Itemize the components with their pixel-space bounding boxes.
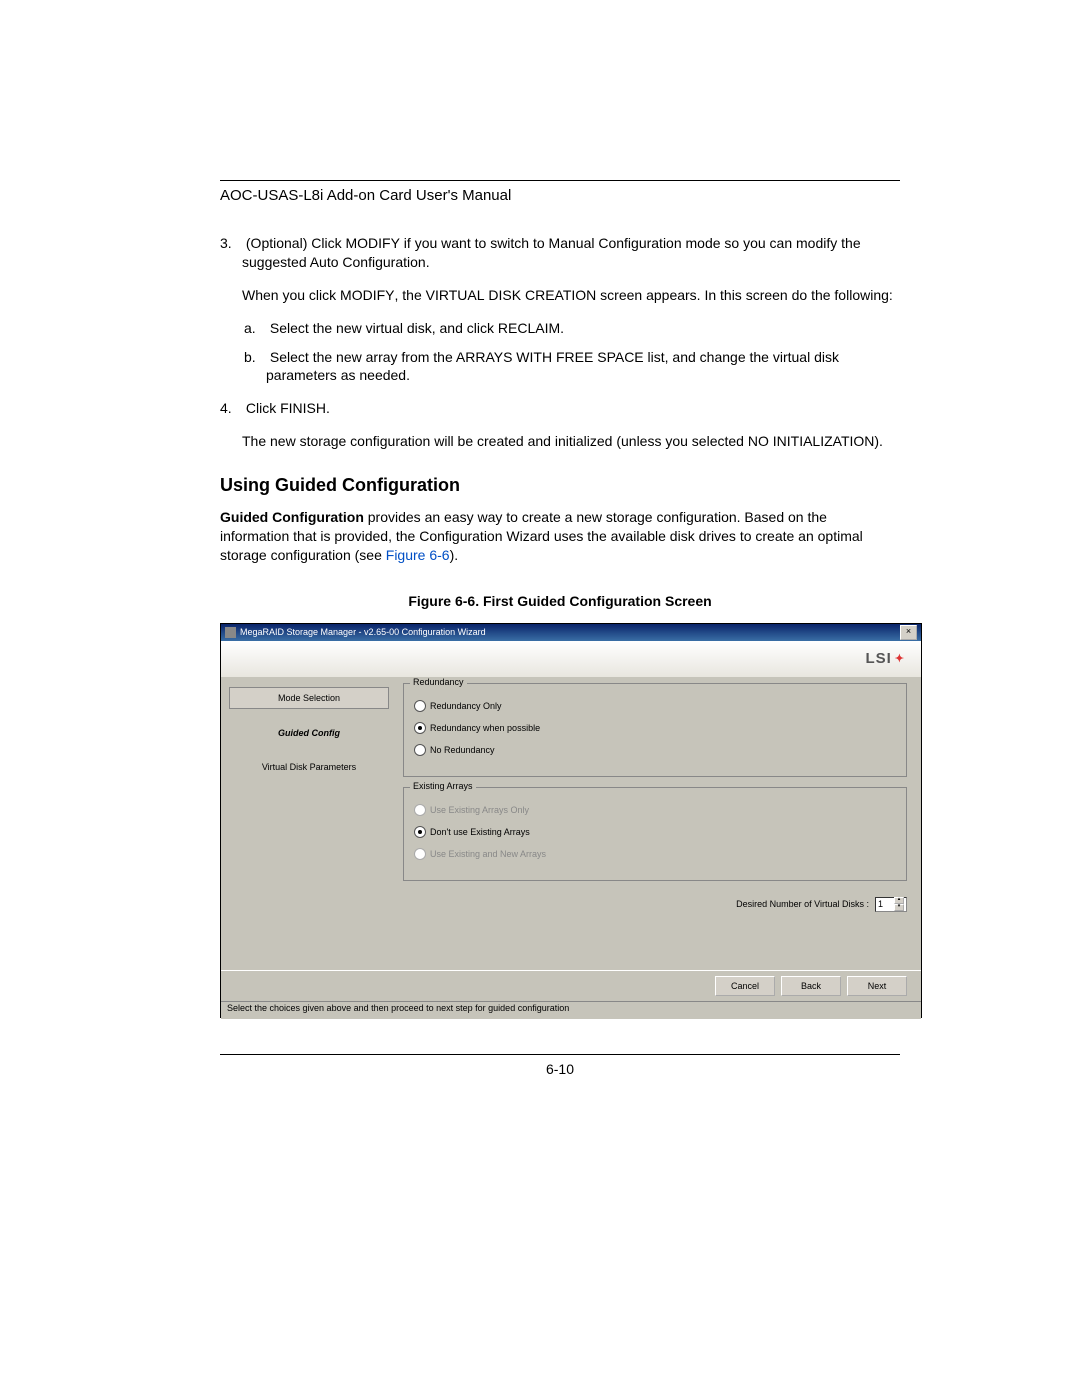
spin-value: 1: [878, 899, 883, 909]
radio-label: Use Existing Arrays Only: [430, 805, 529, 815]
doc-title: AOC-USAS-L8i Add-on Card User's Manual: [220, 187, 900, 204]
smallcaps: NITIALIZATION: [777, 433, 875, 449]
smallcaps: RRAYS WITH: [465, 349, 552, 365]
radio-use-existing-new: Use Existing and New Arrays: [414, 848, 896, 860]
text: I: [769, 433, 777, 449]
text: Select the new virtual disk, and click R: [270, 320, 508, 336]
smallcaps: ECLAIM: [508, 320, 560, 336]
text: (Optional) Click M: [246, 235, 357, 251]
radio-label: No Redundancy: [430, 745, 495, 755]
smallcaps: REATION: [535, 287, 596, 303]
window-title: MegaRAID Storage Manager - v2.65-00 Conf…: [240, 627, 486, 637]
footer-rule: [220, 1054, 900, 1055]
text: .: [326, 400, 330, 416]
radio-dont-use-existing[interactable]: Don't use Existing Arrays: [414, 826, 896, 838]
step-number: 4.: [220, 399, 242, 418]
radio-label: Redundancy when possible: [430, 723, 540, 733]
app-icon: [225, 627, 236, 638]
logo-text: LSI: [865, 650, 891, 667]
sub-step-b: b. Select the new array from the ARRAYS …: [266, 348, 900, 386]
step-list: 3. (Optional) Click MODIFY if you want t…: [220, 234, 900, 451]
smallcaps: INISH: [289, 400, 326, 416]
step-mode-selection[interactable]: Mode Selection: [229, 687, 389, 709]
figure-caption: Figure 6-6. First Guided Configuration S…: [220, 593, 900, 609]
smallcaps: REE: [565, 349, 594, 365]
radio-redundancy-only[interactable]: Redundancy Only: [414, 700, 896, 712]
text: D: [485, 287, 499, 303]
radio-icon: [414, 700, 426, 712]
button-bar: Cancel Back Next: [221, 970, 921, 1001]
sub-letter: a.: [244, 319, 266, 338]
radio-label: Don't use Existing Arrays: [430, 827, 530, 837]
text: , the V: [394, 287, 434, 303]
wizard-steps: Mode Selection Guided Config Virtual Dis…: [221, 677, 397, 970]
radio-icon: [414, 722, 426, 734]
wizard-body: Mode Selection Guided Config Virtual Dis…: [221, 677, 921, 970]
radio-icon: [414, 804, 426, 816]
smallcaps: IRTUAL: [435, 287, 485, 303]
wizard-content: Redundancy Redundancy Only Redundancy wh…: [397, 677, 921, 970]
arrays-fieldset: Existing Arrays Use Existing Arrays Only…: [403, 787, 907, 881]
radio-no-redundancy[interactable]: No Redundancy: [414, 744, 896, 756]
radio-label: Use Existing and New Arrays: [430, 849, 546, 859]
text: F: [552, 349, 564, 365]
radio-icon: [414, 848, 426, 860]
radio-icon: [414, 744, 426, 756]
close-button[interactable]: ×: [900, 625, 917, 640]
arrays-legend: Existing Arrays: [410, 781, 476, 791]
next-button[interactable]: Next: [847, 976, 907, 996]
wizard-screenshot: MegaRAID Storage Manager - v2.65-00 Conf…: [220, 623, 922, 1018]
titlebar: MegaRAID Storage Manager - v2.65-00 Conf…: [221, 624, 921, 641]
text: S: [593, 349, 606, 365]
logo-star-icon: ✦: [895, 652, 905, 665]
step-3: 3. (Optional) Click MODIFY if you want t…: [242, 234, 900, 385]
section-title: Using Guided Configuration: [220, 475, 900, 496]
sub-letter: b.: [244, 348, 266, 367]
radio-redundancy-possible[interactable]: Redundancy when possible: [414, 722, 896, 734]
step-4: 4. Click FINISH. The new storage configu…: [242, 399, 900, 451]
desired-label: Desired Number of Virtual Disks :: [736, 899, 869, 909]
bold-text: Guided Configuration: [220, 509, 364, 525]
radio-use-existing-only: Use Existing Arrays Only: [414, 804, 896, 816]
header-rule: [220, 180, 900, 181]
redundancy-fieldset: Redundancy Redundancy Only Redundancy wh…: [403, 683, 907, 777]
status-bar: Select the choices given above and then …: [221, 1001, 921, 1019]
section-paragraph: Guided Configuration provides an easy wa…: [220, 508, 900, 565]
page-number: 6-10: [220, 1061, 900, 1077]
back-button[interactable]: Back: [781, 976, 841, 996]
text: The new storage configuration will be cr…: [242, 433, 758, 449]
text: Select the new array from the A: [270, 349, 465, 365]
sub-step-a: a. Select the new virtual disk, and clic…: [266, 319, 900, 338]
banner: LSI ✦: [221, 641, 921, 677]
text: Click F: [246, 400, 289, 416]
text: C: [521, 287, 535, 303]
radio-icon: [414, 826, 426, 838]
manual-page: AOC-USAS-L8i Add-on Card User's Manual 3…: [0, 0, 1080, 1397]
smallcaps: O: [758, 433, 769, 449]
radio-label: Redundancy Only: [430, 701, 502, 711]
step-vdp: Virtual Disk Parameters: [229, 757, 389, 777]
smallcaps: ISK: [499, 287, 522, 303]
text: ).: [874, 433, 883, 449]
step-number: 3.: [220, 234, 242, 253]
step-guided-config: Guided Config: [229, 723, 389, 743]
sub-step-list: a. Select the new virtual disk, and clic…: [242, 319, 900, 386]
smallcaps: PACE: [607, 349, 644, 365]
redundancy-legend: Redundancy: [410, 677, 467, 687]
text: ).: [450, 547, 459, 563]
figure-link[interactable]: Figure 6-6: [386, 547, 450, 563]
text: When you click M: [242, 287, 352, 303]
smallcaps: ODIFY: [352, 287, 395, 303]
cancel-button[interactable]: Cancel: [715, 976, 775, 996]
desired-vd-row: Desired Number of Virtual Disks : 1 ▴▾: [403, 891, 907, 918]
lsi-logo: LSI ✦: [865, 650, 905, 667]
desired-spinbox[interactable]: 1 ▴▾: [875, 897, 907, 912]
text: .: [560, 320, 564, 336]
smallcaps: ODIFY: [357, 235, 400, 251]
spin-buttons[interactable]: ▴▾: [894, 897, 904, 911]
text: screen appears. In this screen do the fo…: [596, 287, 893, 303]
